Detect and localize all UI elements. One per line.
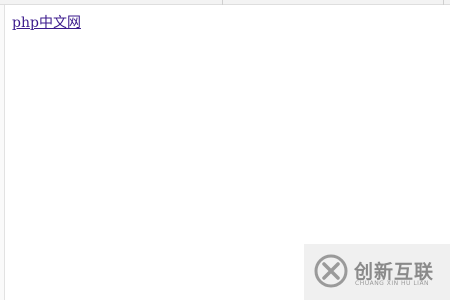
php-site-link[interactable]: php中文网: [12, 14, 81, 32]
toolbar-divider: [222, 0, 223, 5]
browser-content-frame: php中文网 创新互联 CHUANG XIN HU LIAN: [0, 0, 450, 300]
watermark-brand-en: CHUANG XIN HU LIAN: [355, 280, 430, 287]
watermark: 创新互联 CHUANG XIN HU LIAN: [304, 244, 450, 300]
x-circle-logo-icon: [314, 254, 348, 288]
left-panel-edge: [0, 5, 5, 300]
toolbar-divider: [443, 0, 444, 5]
top-toolbar-edge: [0, 0, 450, 5]
